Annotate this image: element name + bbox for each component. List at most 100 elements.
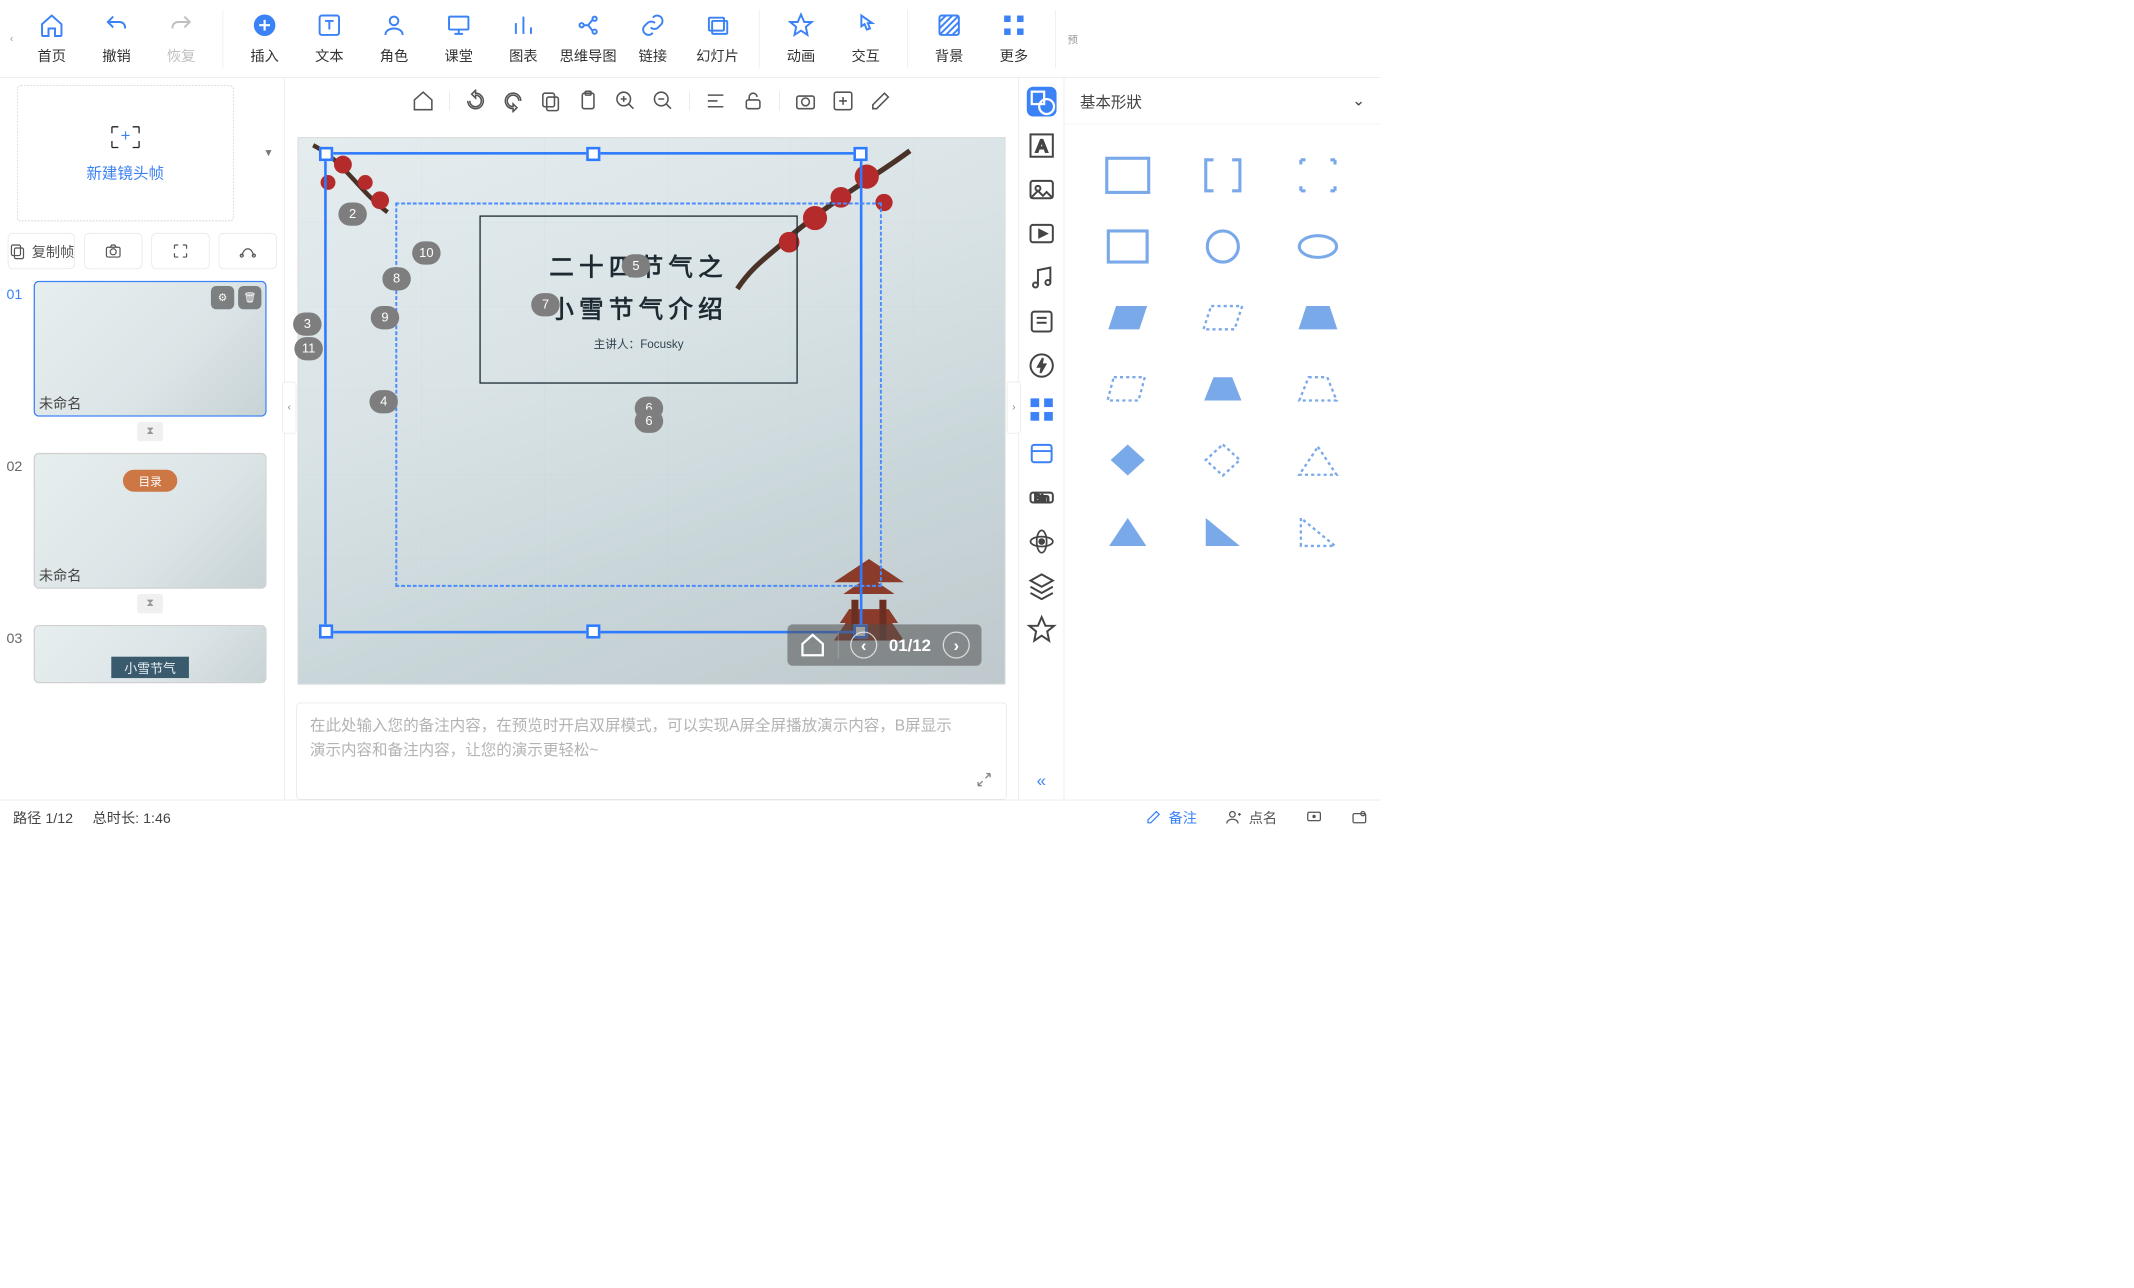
shape-ellipse-outline[interactable] (1294, 226, 1341, 266)
frame-marker[interactable]: 8 (382, 267, 410, 290)
pager-prev-button[interactable]: ‹ (850, 631, 877, 658)
insert-button[interactable]: 插入 (232, 8, 297, 69)
frame-marker[interactable]: 3 (293, 313, 321, 336)
frame-marker[interactable]: 9 (371, 306, 399, 329)
frame-marker[interactable]: 11 (294, 337, 322, 360)
mindmap-button[interactable]: 思维导图 (556, 8, 621, 69)
rotate-right-button[interactable] (501, 89, 524, 112)
frame-thumbnail[interactable]: ⚙🗑 未命名 (34, 281, 267, 417)
camera-button[interactable] (84, 233, 142, 269)
collapse-right-handle[interactable]: › (1007, 382, 1021, 434)
shape-right-triangle-dotted[interactable] (1294, 511, 1341, 551)
shape-circle-outline[interactable] (1199, 226, 1246, 266)
shape-rect-outline[interactable] (1104, 226, 1151, 266)
shape-right-triangle-fill[interactable] (1199, 511, 1246, 551)
copy-frame-button[interactable]: 复制帧 (8, 233, 75, 269)
lock-button[interactable] (741, 89, 764, 112)
frame-timer[interactable]: ⧗ (34, 594, 267, 613)
shape-trapezoid-dotted[interactable] (1294, 369, 1341, 409)
zoom-out-button[interactable] (651, 89, 674, 112)
rail-template-button[interactable] (1026, 439, 1056, 469)
frame-item-2[interactable]: 02 目录 未命名 (6, 453, 277, 589)
frame-marker[interactable]: 5 (622, 254, 650, 277)
frame-marker[interactable]: 2 (338, 203, 366, 226)
rail-flash-button[interactable] (1026, 351, 1056, 381)
collapse-left-handle[interactable]: ‹ (282, 382, 296, 434)
shape-triangle-dotted[interactable] (1294, 440, 1341, 480)
rail-shapes-button[interactable] (1026, 87, 1056, 117)
edit-button[interactable] (869, 89, 892, 112)
fit-screen-button[interactable] (151, 233, 209, 269)
redo-button[interactable]: 恢复 (149, 8, 214, 69)
shape-parallelogram-dotted[interactable] (1199, 298, 1246, 338)
shape-trapezoid-fill[interactable] (1294, 298, 1341, 338)
toolbar-scroll-right[interactable]: 预 (1065, 31, 1081, 47)
title-card[interactable]: 二十四节气之 小雪节气介绍 主讲人：Focusky (479, 215, 797, 383)
rail-text-button[interactable]: A (1026, 131, 1056, 161)
status-present-button[interactable] (1306, 808, 1323, 825)
pager-next-button[interactable]: › (943, 631, 970, 658)
shape-rect-dotted[interactable] (1104, 369, 1151, 409)
rotate-left-button[interactable] (464, 89, 487, 112)
slides-button[interactable]: 幻灯片 (685, 8, 750, 69)
rail-audio-button[interactable] (1026, 263, 1056, 293)
shape-rect-dashed[interactable] (1104, 155, 1151, 195)
canvas[interactable]: 二十四节气之 小雪节气介绍 主讲人：Focusky 2 3 4 5 6 7 8 … (298, 137, 1006, 684)
new-frame-button[interactable]: + 新建镜头帧 (17, 85, 234, 221)
home-button[interactable]: 首页 (19, 8, 84, 69)
rail-note-button[interactable] (1026, 307, 1056, 337)
shape-diamond-dotted[interactable] (1199, 440, 1246, 480)
frame-item-1[interactable]: 01 ⚙🗑 未命名 (6, 281, 277, 417)
shapes-category-select[interactable]: 基本形狀 ⌄ (1064, 78, 1380, 125)
rail-collapse-button[interactable]: « (1037, 771, 1046, 791)
frame-thumbnail[interactable]: 目录 未命名 (34, 453, 267, 589)
status-rollcall-button[interactable]: 点名 (1225, 806, 1277, 827)
interaction-button[interactable]: 交互 (833, 8, 898, 69)
shape-triangle-fill[interactable] (1104, 511, 1151, 551)
align-button[interactable] (704, 89, 727, 112)
frame-thumbnail[interactable]: 小雪节气 (34, 625, 267, 683)
frame-marker[interactable]: 7 (531, 293, 559, 316)
shape-parallelogram-fill[interactable] (1104, 298, 1151, 338)
rail-favorite-button[interactable] (1026, 615, 1056, 645)
rail-layers-button[interactable] (1026, 571, 1056, 601)
frame-timer[interactable]: ⧗ (34, 422, 267, 441)
chart-button[interactable]: 图表 (491, 8, 556, 69)
expand-icon[interactable] (975, 771, 993, 789)
undo-button[interactable]: 撤销 (84, 8, 149, 69)
frame-marker[interactable]: 6 (635, 410, 663, 433)
rail-3d-button[interactable] (1026, 527, 1056, 557)
frame-item-3[interactable]: 03 小雪节气 (6, 625, 277, 683)
pager-home-button[interactable] (799, 631, 826, 658)
trash-icon[interactable]: 🗑 (238, 286, 261, 309)
classroom-button[interactable]: 课堂 (426, 8, 491, 69)
path-button[interactable] (219, 233, 277, 269)
background-button[interactable]: 背景 (917, 8, 982, 69)
shape-corners[interactable] (1294, 155, 1341, 195)
shape-brackets[interactable] (1199, 155, 1246, 195)
zoom-in-button[interactable] (614, 89, 637, 112)
shape-trapezoid2-fill[interactable] (1199, 369, 1246, 409)
copy-button[interactable] (539, 89, 562, 112)
frame-marker[interactable]: 10 (412, 241, 440, 264)
shape-diamond-fill[interactable] (1104, 440, 1151, 480)
paste-button[interactable] (576, 89, 599, 112)
character-button[interactable]: 角色 (362, 8, 427, 69)
frame-marker[interactable]: 4 (369, 390, 397, 413)
rail-video-button[interactable] (1026, 219, 1056, 249)
status-record-button[interactable] (1351, 808, 1368, 825)
rail-button-button[interactable]: Btn (1026, 483, 1056, 513)
rail-components-button[interactable] (1026, 395, 1056, 425)
notes-area[interactable]: 在此处输入您的备注内容，在预览时开启双屏模式，可以实现A屏全屏播放演示内容，B屏… (296, 703, 1006, 800)
snapshot-button[interactable] (794, 89, 817, 112)
gear-icon[interactable]: ⚙ (211, 286, 234, 309)
export-button[interactable] (831, 89, 854, 112)
canvas-home-button[interactable] (411, 89, 434, 112)
status-notes-button[interactable]: 备注 (1145, 806, 1197, 827)
rail-image-button[interactable] (1026, 175, 1056, 205)
new-frame-dropdown[interactable]: ▼ (263, 148, 273, 160)
more-button[interactable]: 更多 (981, 8, 1046, 69)
animation-button[interactable]: 动画 (769, 8, 834, 69)
text-button[interactable]: 文本 (297, 8, 362, 69)
link-button[interactable]: 链接 (620, 8, 685, 69)
